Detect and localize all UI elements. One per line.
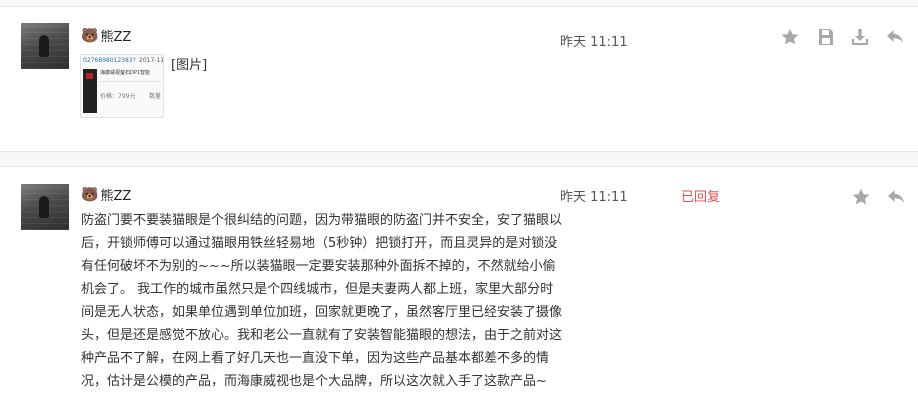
reply-icon[interactable]: [885, 27, 905, 47]
user-avatar[interactable]: [21, 23, 69, 69]
top-divider: [0, 6, 918, 7]
reply-icon[interactable]: [886, 187, 906, 207]
comment-text: 防盗门要不要装猫眼是个很纠结的问题，因为带猫眼的防盗门并不安全，安了猫眼以后，开…: [81, 213, 563, 389]
comment-divider: [0, 166, 918, 167]
image-thumbnail[interactable]: 0276898012383? 2017-11 海康威视萤石DP1智能 价格：79…: [80, 54, 164, 118]
replied-status: 已回复: [681, 190, 721, 205]
star-icon[interactable]: [851, 187, 871, 207]
username[interactable]: 🐻 熊ZZ: [81, 26, 131, 46]
image-label: [图片]: [171, 58, 208, 73]
user-avatar[interactable]: [21, 184, 69, 230]
bear-icon: 🐻: [81, 186, 99, 203]
comment-time: 昨天 11:11: [560, 190, 628, 205]
comment-time: 昨天 11:11: [560, 35, 628, 50]
bear-icon: 🐻: [81, 27, 99, 44]
username[interactable]: 🐻 熊ZZ: [81, 185, 131, 205]
save-icon[interactable]: [816, 27, 836, 47]
download-icon[interactable]: [850, 27, 870, 47]
separator-band: [0, 152, 918, 166]
star-icon[interactable]: [780, 27, 800, 47]
